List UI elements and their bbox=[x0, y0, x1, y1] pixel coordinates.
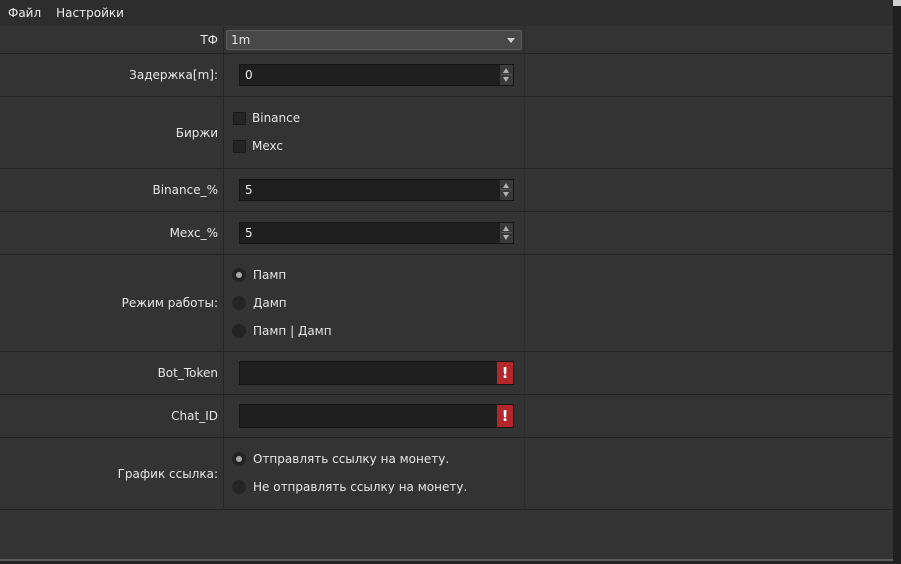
row-delay: Задержка[m]: 0 bbox=[0, 54, 893, 97]
radio-unchecked-icon[interactable] bbox=[232, 296, 246, 310]
radio-unchecked-icon[interactable] bbox=[232, 480, 246, 494]
spin-arrows-icon[interactable] bbox=[500, 223, 513, 243]
row-mode: Режим работы: Памп Дамп Памп | Дамп bbox=[0, 255, 893, 352]
spin-up-icon[interactable] bbox=[503, 68, 509, 73]
binance-pct-label: Binance_% bbox=[152, 183, 218, 197]
spin-separator bbox=[501, 74, 512, 75]
exclamation-icon: ! bbox=[497, 405, 513, 427]
radio-send-link-label: Отправлять ссылку на монету. bbox=[253, 452, 450, 466]
spin-up-icon[interactable] bbox=[503, 183, 509, 188]
row-mexc-pct: Mexc_% 5 bbox=[0, 212, 893, 255]
column-divider-right bbox=[524, 54, 525, 96]
column-divider bbox=[223, 395, 224, 437]
radio-pump-dump[interactable]: Памп | Дамп bbox=[232, 324, 332, 338]
radio-send-link[interactable]: Отправлять ссылку на монету. bbox=[232, 452, 449, 466]
spin-separator bbox=[501, 232, 512, 233]
mode-label: Режим работы: bbox=[121, 296, 218, 310]
settings-form: ТФ 1m Задержка[m]: 0 Биржи Binance Mexc … bbox=[0, 26, 893, 510]
menu-bar: Файл Настройки bbox=[0, 0, 893, 26]
column-divider bbox=[223, 255, 224, 351]
column-divider bbox=[223, 54, 224, 96]
radio-checked-icon[interactable] bbox=[232, 268, 246, 282]
column-divider-right bbox=[524, 26, 525, 53]
bot-token-label: Bot_Token bbox=[157, 366, 218, 380]
column-divider bbox=[223, 352, 224, 394]
radio-pump[interactable]: Памп bbox=[232, 268, 286, 282]
delay-value: 0 bbox=[245, 68, 253, 82]
column-divider-right bbox=[524, 395, 525, 437]
exchanges-label: Биржи bbox=[175, 125, 218, 140]
chat-id-label: Chat_ID bbox=[171, 409, 218, 423]
column-divider-right bbox=[524, 169, 525, 211]
window-right-edge bbox=[893, 0, 901, 564]
column-divider-right bbox=[524, 212, 525, 254]
radio-no-link[interactable]: Не отправлять ссылку на монету. bbox=[232, 480, 467, 494]
spin-down-icon[interactable] bbox=[503, 77, 509, 82]
mexc-pct-label: Mexc_% bbox=[169, 226, 218, 240]
row-tf: ТФ 1m bbox=[0, 26, 893, 54]
checkbox-binance[interactable]: Binance bbox=[233, 111, 300, 125]
column-divider-right bbox=[524, 352, 525, 394]
row-bot-token: Bot_Token ! bbox=[0, 352, 893, 395]
checkbox-icon[interactable] bbox=[233, 111, 246, 125]
column-divider-right bbox=[524, 438, 525, 509]
row-binance-pct: Binance_% 5 bbox=[0, 169, 893, 212]
tf-combobox[interactable]: 1m bbox=[226, 30, 522, 50]
spin-arrows-icon[interactable] bbox=[500, 180, 513, 200]
chat-id-input[interactable]: ! bbox=[239, 404, 514, 428]
spin-down-icon[interactable] bbox=[503, 192, 509, 197]
row-chart-link: График ссылка: Отправлять ссылку на моне… bbox=[0, 438, 893, 510]
spin-down-icon[interactable] bbox=[503, 235, 509, 240]
column-divider bbox=[223, 438, 224, 509]
bot-token-input[interactable]: ! bbox=[239, 361, 514, 385]
spin-up-icon[interactable] bbox=[503, 226, 509, 231]
exclamation-icon: ! bbox=[497, 362, 513, 384]
checkbox-mexc-label: Mexc bbox=[252, 139, 284, 153]
tf-value: 1m bbox=[231, 33, 251, 47]
checkbox-binance-label: Binance bbox=[252, 111, 301, 125]
delay-spinbox[interactable]: 0 bbox=[239, 64, 514, 86]
edge-notch bbox=[893, 0, 901, 6]
chevron-down-icon[interactable] bbox=[507, 38, 515, 43]
column-divider-right bbox=[524, 255, 525, 351]
radio-unchecked-icon[interactable] bbox=[232, 324, 246, 338]
checkbox-icon[interactable] bbox=[233, 139, 246, 153]
radio-checked-icon[interactable] bbox=[232, 452, 246, 466]
column-divider bbox=[223, 212, 224, 254]
column-divider bbox=[223, 169, 224, 211]
row-exchanges: Биржи Binance Mexc bbox=[0, 97, 893, 169]
delay-label: Задержка[m]: bbox=[129, 68, 218, 82]
column-divider bbox=[223, 26, 224, 53]
menu-file[interactable]: Файл bbox=[0, 0, 48, 26]
checkbox-mexc[interactable]: Mexc bbox=[233, 139, 283, 153]
spin-separator bbox=[501, 189, 512, 190]
column-divider-right bbox=[524, 97, 525, 168]
chart-link-label: График ссылка: bbox=[117, 466, 218, 481]
radio-pump-dump-label: Памп | Дамп bbox=[253, 324, 332, 338]
radio-dump-label: Дамп bbox=[253, 296, 287, 310]
mexc-pct-spinbox[interactable]: 5 bbox=[239, 222, 514, 244]
radio-no-link-label: Не отправлять ссылку на монету. bbox=[253, 480, 468, 494]
binance-pct-value: 5 bbox=[245, 183, 253, 197]
row-chat-id: Chat_ID ! bbox=[0, 395, 893, 438]
tf-label: ТФ bbox=[200, 32, 218, 47]
menu-settings[interactable]: Настройки bbox=[48, 0, 131, 26]
radio-dump[interactable]: Дамп bbox=[232, 296, 287, 310]
binance-pct-spinbox[interactable]: 5 bbox=[239, 179, 514, 201]
column-divider bbox=[223, 97, 224, 168]
radio-pump-label: Памп bbox=[253, 268, 287, 282]
spin-arrows-icon[interactable] bbox=[500, 65, 513, 85]
mexc-pct-value: 5 bbox=[245, 226, 253, 240]
